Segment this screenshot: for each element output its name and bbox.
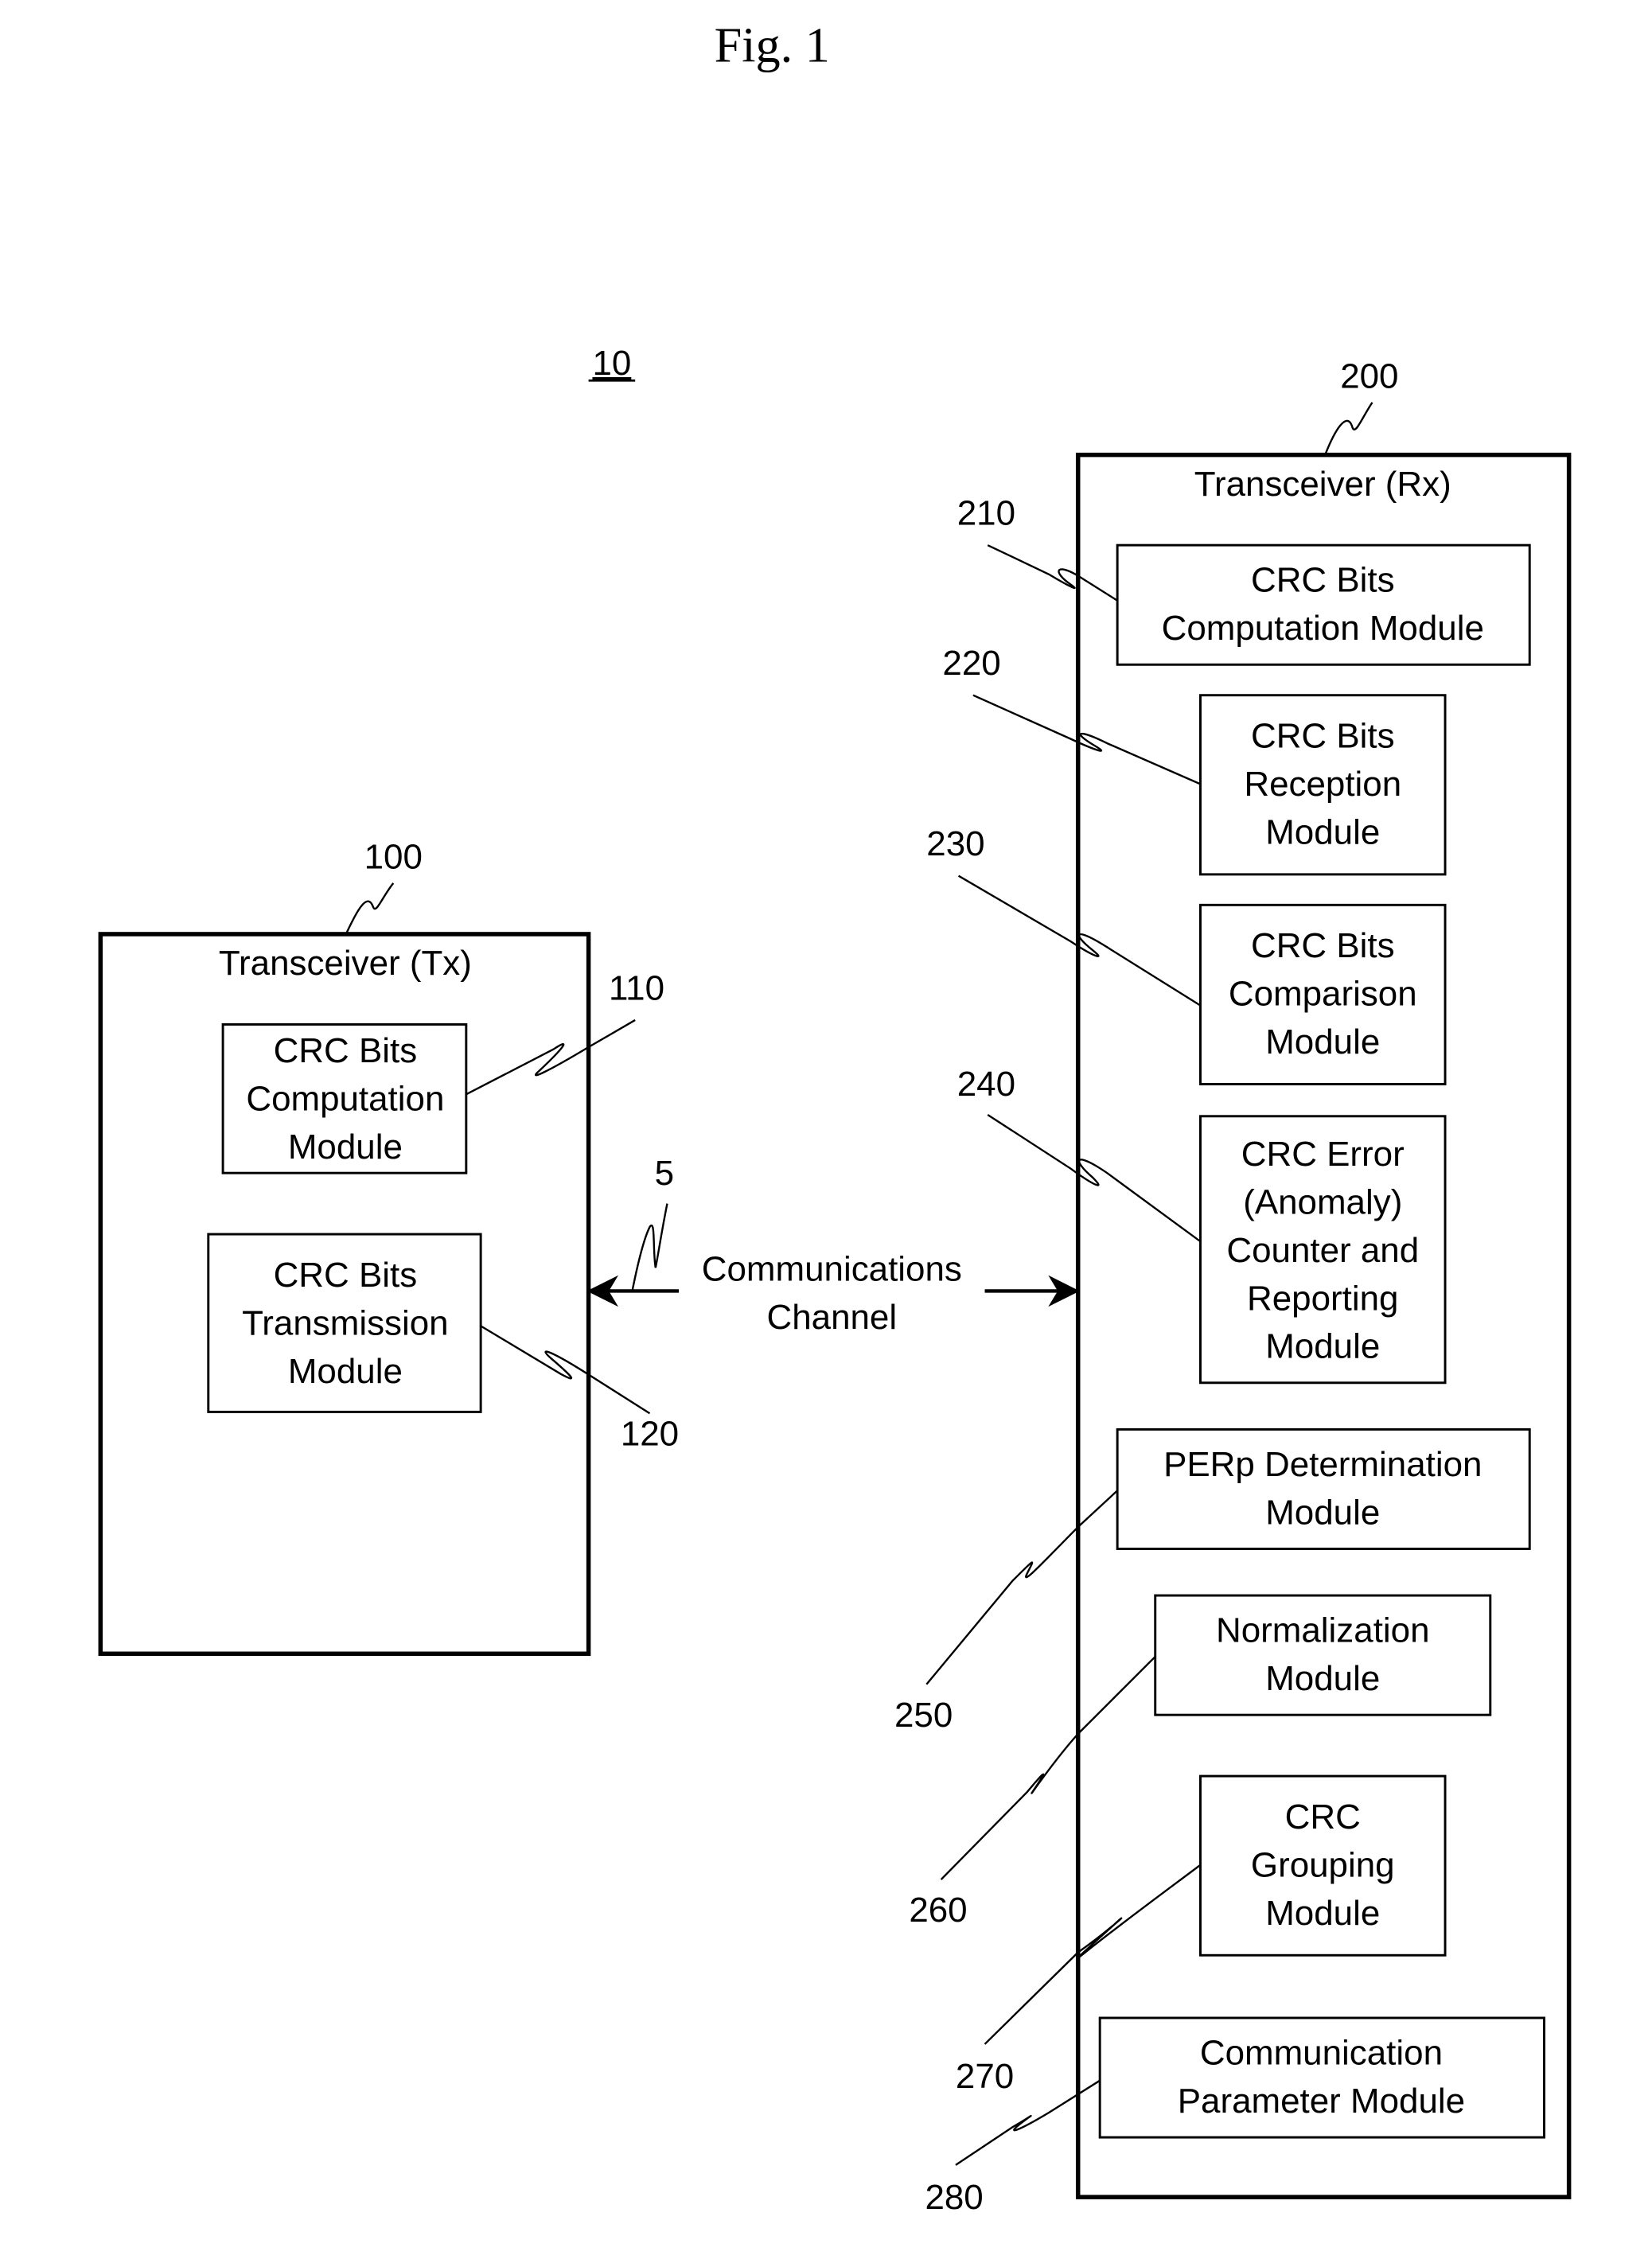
rx-module-250-ref: 250 xyxy=(894,1696,953,1735)
rx-module-280-line1: Communication xyxy=(1200,2034,1443,2073)
rx-module-260-line2: Module xyxy=(1265,1659,1380,1698)
rx-module-240-line1: CRC Error xyxy=(1241,1135,1405,1174)
tx-module-120-line1: CRC Bits xyxy=(274,1256,418,1295)
channel-ref: 5 xyxy=(655,1154,674,1193)
tx-module-120-line2: Transmission xyxy=(242,1303,449,1342)
rx-module-240-ref: 240 xyxy=(957,1065,1015,1104)
tx-module-120-line3: Module xyxy=(288,1352,403,1391)
tx-module-110-line2: Computation xyxy=(246,1079,444,1118)
rx-module-220-line3: Module xyxy=(1265,812,1380,851)
rx-module-260-ref: 260 xyxy=(909,1891,967,1930)
rx-module-210-line1: CRC Bits xyxy=(1251,561,1395,600)
rx-module-270-line1: CRC xyxy=(1285,1798,1361,1836)
rx-module-210-ref: 210 xyxy=(957,494,1015,533)
rx-module-210-line2: Computation Module xyxy=(1162,609,1484,648)
rx-module-240-line2: (Anomaly) xyxy=(1243,1182,1402,1221)
rx-module-280-line2: Parameter Module xyxy=(1178,2082,1465,2121)
rx-module-230-ref: 230 xyxy=(926,824,984,863)
rx-module-220-line1: CRC Bits xyxy=(1251,717,1395,756)
tx-title: Transceiver (Tx) xyxy=(219,944,472,983)
block-diagram: Fig. 1 10 100 Transceiver (Tx) CRC Bits … xyxy=(98,18,1572,2217)
rx-module-260-line1: Normalization xyxy=(1216,1611,1430,1650)
tx-ref-label: 100 xyxy=(364,838,423,877)
channel-label-line2: Channel xyxy=(767,1298,898,1337)
rx-module-240-line4: Reporting xyxy=(1247,1279,1398,1318)
rx-module-250-line2: Module xyxy=(1265,1493,1380,1532)
tx-module-120-ref: 120 xyxy=(621,1415,679,1454)
rx-module-230-line2: Comparison xyxy=(1229,975,1417,1014)
rx-module-240-line5: Module xyxy=(1265,1327,1380,1366)
rx-module-230-line1: CRC Bits xyxy=(1251,926,1395,965)
tx-ref-squiggle xyxy=(345,882,395,933)
rx-ref-label: 200 xyxy=(1340,356,1398,395)
rx-module-270-line3: Module xyxy=(1265,1894,1380,1933)
tx-module-110-line3: Module xyxy=(288,1128,403,1167)
channel-label-line1: Communications xyxy=(702,1250,962,1289)
figure-title: Fig. 1 xyxy=(715,18,830,72)
rx-module-220-ref: 220 xyxy=(942,644,1000,683)
transceiver-tx: 100 Transceiver (Tx) CRC Bits Computatio… xyxy=(98,838,679,1657)
communications-channel: Communications Channel 5 xyxy=(586,1154,1080,1337)
transceiver-rx: 200 Transceiver (Rx) CRC Bits Computatio… xyxy=(894,356,1572,2217)
rx-module-280-ref: 280 xyxy=(925,2178,983,2217)
system-ref-label: 10 xyxy=(592,344,631,383)
channel-ref-squiggle xyxy=(631,1203,668,1291)
rx-module-230-line3: Module xyxy=(1265,1022,1380,1061)
rx-module-240-line3: Counter and xyxy=(1226,1231,1419,1270)
rx-ref-squiggle xyxy=(1324,402,1373,454)
rx-module-220-line2: Reception xyxy=(1244,765,1401,804)
rx-module-270-line2: Grouping xyxy=(1251,1845,1395,1884)
rx-module-250-line1: PERp Determination xyxy=(1163,1445,1482,1484)
tx-module-110-ref: 110 xyxy=(609,968,664,1007)
rx-title: Transceiver (Rx) xyxy=(1194,465,1451,504)
tx-module-110-line1: CRC Bits xyxy=(274,1031,418,1070)
rx-module-270-ref: 270 xyxy=(956,2057,1014,2096)
